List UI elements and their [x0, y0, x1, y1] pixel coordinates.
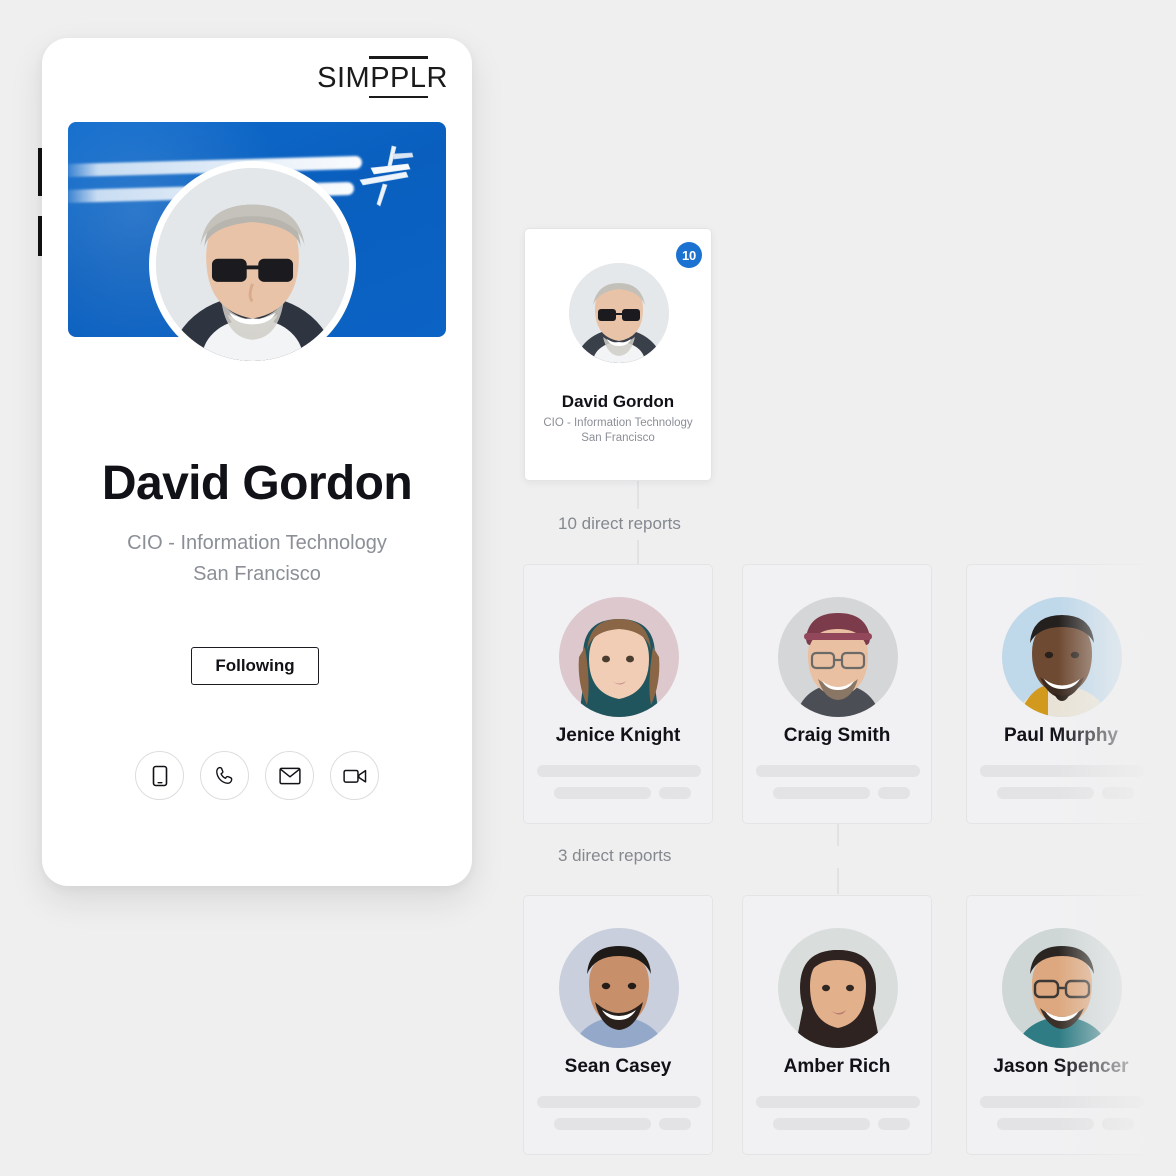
direct-reports-badge: 10 — [676, 242, 702, 268]
skeleton-line-mid — [997, 1118, 1094, 1130]
app-stage: SIMPPLR David Gordon CIO - Information T… — [0, 0, 1176, 1176]
org-card-sean-casey[interactable]: Sean Casey — [523, 895, 713, 1155]
org-root-name: David Gordon — [561, 392, 675, 411]
skeleton-line-wide — [756, 1096, 920, 1108]
photo-sean-casey — [559, 928, 679, 1048]
skeleton-line-short — [659, 1118, 691, 1130]
skeleton-line-mid — [773, 1118, 870, 1130]
skeleton-line-mid — [554, 1118, 651, 1130]
org-root-avatar — [569, 263, 669, 363]
skeleton-line-short — [878, 787, 910, 799]
org-root-title: CIO - Information Technology — [543, 417, 693, 429]
skeleton-line-short — [659, 787, 691, 799]
org-root-photo — [569, 263, 669, 363]
avatar-jenice-knight — [559, 597, 679, 717]
avatar-craig-smith — [778, 597, 898, 717]
name-jason-spencer: Jason Spencer — [993, 1056, 1129, 1077]
photo-amber-rich — [778, 928, 898, 1048]
direct-reports-label-level-one: 10 direct reports — [558, 514, 681, 533]
skeleton-line-wide — [537, 1096, 701, 1108]
org-card-paul-murphy[interactable]: Paul Murphy — [966, 564, 1156, 824]
skeleton-line-wide — [980, 1096, 1144, 1108]
skeleton-line-wide — [537, 765, 701, 777]
photo-jenice-knight — [559, 597, 679, 717]
photo-jason-spencer — [1002, 928, 1122, 1048]
photo-craig-smith — [778, 597, 898, 717]
org-card-root[interactable]: 10 David Gordon CIO - Information Techno… — [524, 228, 712, 481]
org-card-craig-smith[interactable]: Craig Smith — [742, 564, 932, 824]
skeleton-line-short — [1102, 1118, 1134, 1130]
org-chart: 10 David Gordon CIO - Information Techno… — [0, 0, 1176, 1176]
name-paul-murphy: Paul Murphy — [1003, 725, 1118, 746]
connector-mid-down-lower — [837, 868, 839, 894]
skeleton-line-wide — [980, 765, 1144, 777]
org-card-jason-spencer[interactable]: Jason Spencer — [966, 895, 1156, 1155]
skeleton-line-short — [878, 1118, 910, 1130]
name-sean-casey: Sean Casey — [564, 1056, 672, 1077]
direct-reports-label-level-two: 3 direct reports — [558, 846, 672, 865]
skeleton-line-mid — [997, 787, 1094, 799]
org-card-amber-rich[interactable]: Amber Rich — [742, 895, 932, 1155]
skeleton-line-mid — [554, 787, 651, 799]
avatar-amber-rich — [778, 928, 898, 1048]
org-root-location: San Francisco — [581, 432, 655, 444]
name-jenice-knight: Jenice Knight — [555, 725, 681, 746]
avatar-jason-spencer — [1002, 928, 1122, 1048]
name-craig-smith: Craig Smith — [783, 725, 891, 746]
avatar-paul-murphy — [1002, 597, 1122, 717]
skeleton-line-mid — [773, 787, 870, 799]
name-amber-rich: Amber Rich — [783, 1056, 891, 1077]
connector-root-down — [637, 481, 639, 509]
connector-root-down-lower — [637, 540, 639, 564]
connector-mid-down — [837, 824, 839, 846]
skeleton-line-wide — [756, 765, 920, 777]
avatar-sean-casey — [559, 928, 679, 1048]
skeleton-line-short — [1102, 787, 1134, 799]
org-card-jenice-knight[interactable]: Jenice Knight — [523, 564, 713, 824]
photo-paul-murphy — [1002, 597, 1122, 717]
